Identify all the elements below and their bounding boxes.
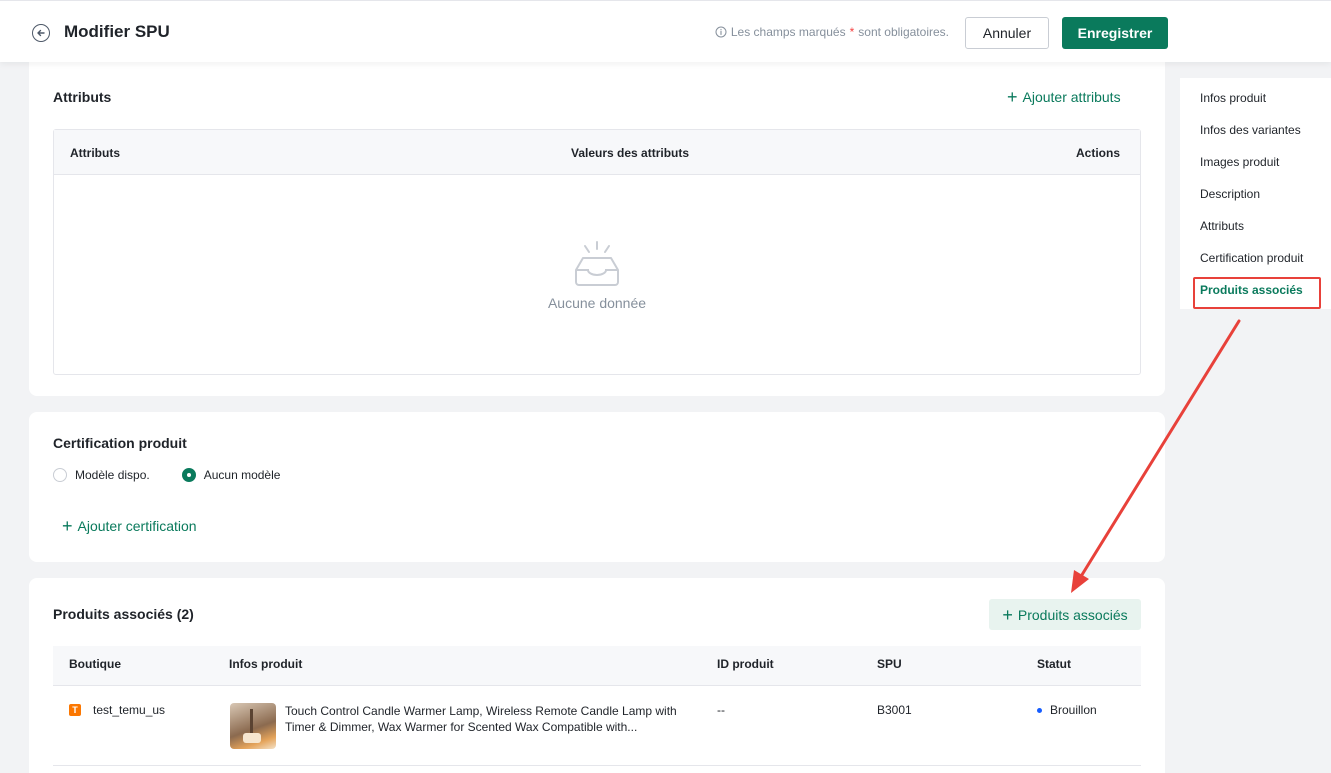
status-dot-icon	[1037, 708, 1042, 714]
shop-name: test_temu_us	[93, 703, 166, 717]
section-anchor-nav: Infos produit Infos des variantes Images…	[1180, 78, 1331, 309]
plus-icon: +	[1002, 604, 1013, 625]
certification-title: Certification produit	[53, 435, 187, 451]
empty-state-text: Aucune donnée	[547, 295, 647, 311]
attributes-table: Attributs Valeurs des attributs Actions …	[53, 129, 1141, 375]
associated-table-header: Boutique Infos produit ID produit SPU St…	[53, 646, 1141, 686]
add-attributes-label: Ajouter attributs	[1022, 89, 1121, 105]
certification-card: Certification produit Modèle dispo. Aucu…	[29, 412, 1165, 562]
required-note-prefix: Les champs marqués	[730, 25, 846, 39]
empty-state: Aucune donnée	[54, 240, 1140, 311]
product-title[interactable]: Touch Control Candle Warmer Lamp, Wirele…	[285, 703, 695, 735]
product-id: --	[717, 703, 725, 717]
product-thumbnail[interactable]	[230, 703, 276, 749]
column-header: SPU	[877, 657, 902, 671]
column-header: Boutique	[69, 657, 121, 671]
annotation-highlight-box	[1193, 277, 1321, 309]
certification-radio-group: Modèle dispo. Aucun modèle	[53, 468, 280, 482]
plus-icon: +	[62, 516, 73, 536]
radio-checked-icon	[181, 468, 196, 482]
status-badge: Brouillon	[1037, 703, 1097, 717]
top-bar: Modifier SPU Les champs marqués * sont o…	[0, 0, 1331, 62]
add-associated-products-label: Produits associés	[1017, 606, 1128, 623]
nav-item-certification[interactable]: Certification produit	[1200, 251, 1303, 265]
attributes-card: Attributs + Ajouter attributs Attributs …	[29, 62, 1165, 396]
add-attributes-button[interactable]: + Ajouter attributs	[1007, 87, 1121, 107]
required-fields-note: Les champs marqués * sont obligatoires.	[715, 25, 949, 39]
radio-no-template[interactable]: Aucun modèle	[181, 468, 281, 482]
nav-item-variants-info[interactable]: Infos des variantes	[1200, 123, 1301, 137]
page-title: Modifier SPU	[64, 22, 170, 41]
add-associated-products-button[interactable]: + Produits associés	[989, 599, 1141, 630]
required-note-suffix: sont obligatoires.	[858, 25, 949, 39]
attributes-title: Attributs	[53, 89, 112, 105]
add-certification-button[interactable]: + Ajouter certification	[62, 516, 197, 536]
nav-item-description[interactable]: Description	[1200, 187, 1260, 201]
add-certification-label: Ajouter certification	[77, 518, 197, 534]
empty-inbox-icon	[575, 241, 619, 286]
product-spu: B3001	[877, 703, 912, 717]
radio-unchecked-icon	[53, 468, 67, 482]
plus-icon: +	[1007, 87, 1018, 107]
info-icon	[715, 26, 727, 38]
column-header: Valeurs des attributs	[571, 146, 690, 160]
column-header: Statut	[1037, 657, 1071, 671]
cancel-button[interactable]: Annuler	[965, 17, 1049, 49]
status-text: Brouillon	[1050, 703, 1097, 717]
associated-products-title: Produits associés (2)	[53, 606, 194, 622]
nav-item-product-images[interactable]: Images produit	[1200, 155, 1279, 169]
column-header: Actions	[1075, 146, 1120, 160]
table-row[interactable]: T test_temu_us Touch Control Candle Warm…	[53, 686, 1141, 766]
radio-label: Aucun modèle	[203, 468, 281, 482]
attributes-table-header: Attributs Valeurs des attributs Actions	[54, 130, 1140, 175]
shop-platform-icon: T	[69, 704, 81, 716]
nav-item-attributes[interactable]: Attributs	[1200, 219, 1244, 233]
required-star: *	[849, 25, 855, 39]
back-arrow-icon[interactable]	[32, 24, 50, 42]
radio-template-available[interactable]: Modèle dispo.	[53, 468, 150, 482]
nav-item-product-info[interactable]: Infos produit	[1200, 91, 1266, 105]
column-header: ID produit	[717, 657, 774, 671]
associated-products-card: Produits associés (2) + Produits associé…	[29, 578, 1165, 773]
associated-products-table: Boutique Infos produit ID produit SPU St…	[53, 646, 1141, 766]
save-button[interactable]: Enregistrer	[1062, 17, 1168, 49]
column-header: Attributs	[70, 146, 120, 160]
column-header: Infos produit	[229, 657, 303, 671]
radio-label: Modèle dispo.	[75, 468, 150, 482]
